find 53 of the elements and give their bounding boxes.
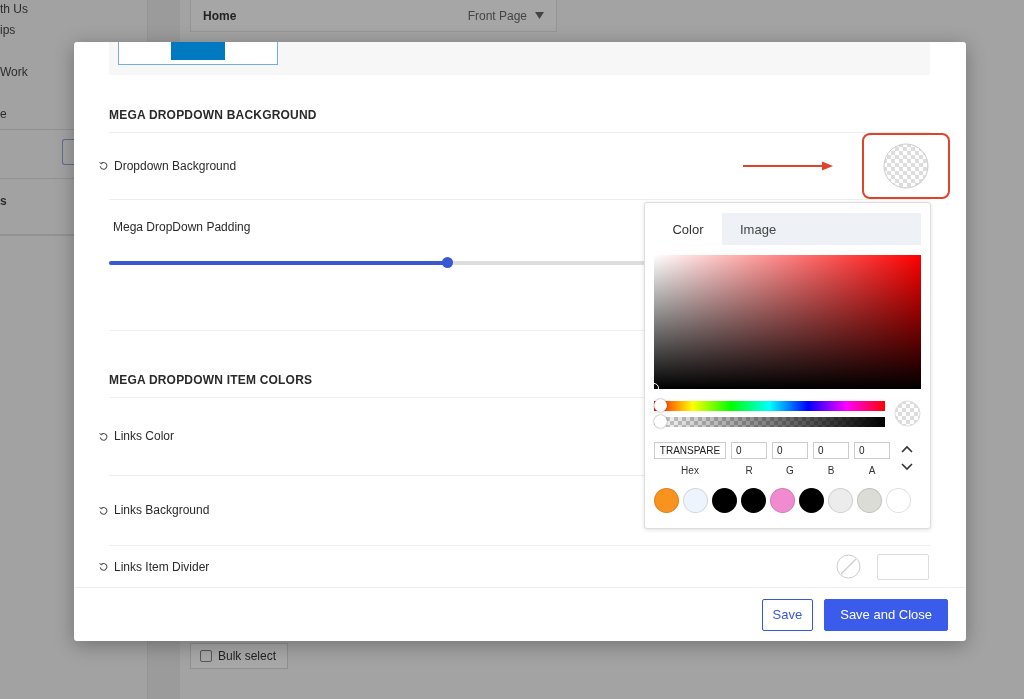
input-field[interactable]: TRANSPARE bbox=[654, 442, 726, 459]
transparent-preview-swatch bbox=[894, 400, 921, 427]
transparent-swatch[interactable] bbox=[883, 142, 929, 189]
color-swatch[interactable] bbox=[741, 488, 766, 513]
dropdown-caret-icon[interactable] bbox=[535, 12, 544, 19]
input-field[interactable]: 0 bbox=[731, 442, 767, 459]
color-swatch[interactable] bbox=[654, 488, 679, 513]
color-swatch[interactable] bbox=[828, 488, 853, 513]
color-swatch[interactable] bbox=[770, 488, 795, 513]
reset-icon[interactable] bbox=[99, 431, 108, 441]
color-swatch[interactable] bbox=[857, 488, 882, 513]
color-swatch[interactable] bbox=[799, 488, 824, 513]
field-label: B bbox=[827, 465, 835, 476]
field-label: Hex bbox=[681, 465, 699, 476]
menu-item-title: Home bbox=[203, 8, 238, 23]
reset-icon[interactable] bbox=[99, 562, 108, 572]
picker-tab[interactable]: Image bbox=[722, 213, 921, 245]
color-gradient-area[interactable] bbox=[654, 255, 921, 389]
sidebar-item[interactable]: s bbox=[0, 190, 7, 211]
input-field[interactable] bbox=[877, 553, 929, 580]
alpha-slider[interactable] bbox=[654, 415, 885, 428]
sidebar-item[interactable]: ips bbox=[0, 19, 16, 40]
setting-label: Links Background bbox=[114, 503, 210, 518]
color-swatch[interactable] bbox=[683, 488, 708, 513]
sidebar-item[interactable]: Work bbox=[0, 61, 28, 82]
setting-label: Dropdown Background bbox=[114, 158, 237, 173]
input-field[interactable]: 0 bbox=[772, 442, 808, 459]
field-label: G bbox=[786, 465, 794, 476]
menu-item-type: Front Page bbox=[467, 8, 527, 23]
sidebar-item[interactable]: th Us bbox=[0, 0, 28, 19]
color-swatch[interactable] bbox=[886, 488, 911, 513]
setting-label: Mega DropDown Padding bbox=[113, 219, 251, 234]
color-swatch[interactable] bbox=[712, 488, 737, 513]
input-field[interactable]: 0 bbox=[854, 442, 890, 459]
save-and-close-button[interactable]: Save and Close bbox=[824, 598, 948, 631]
field-label: R bbox=[745, 465, 753, 476]
hue-slider[interactable] bbox=[654, 399, 885, 412]
section-heading: MEGA DROPDOWN BACKGROUND bbox=[109, 75, 930, 133]
field-label: A bbox=[868, 465, 876, 476]
slider-thumb[interactable] bbox=[441, 256, 453, 268]
no-color-icon[interactable] bbox=[836, 554, 861, 580]
reset-icon[interactable] bbox=[99, 161, 108, 171]
sidebar-item[interactable]: e bbox=[0, 103, 7, 124]
slider-handle[interactable] bbox=[654, 415, 667, 428]
slider-handle[interactable] bbox=[654, 399, 667, 412]
bulk-select-button[interactable]: Bulk select bbox=[190, 643, 288, 669]
slider-track[interactable] bbox=[109, 260, 645, 265]
setting-label: Links Color bbox=[114, 429, 175, 444]
up-down-chevron-icon[interactable] bbox=[901, 444, 913, 472]
reset-icon[interactable] bbox=[99, 505, 108, 515]
save-button[interactable]: Save bbox=[761, 598, 814, 631]
setting-label: Links Item Divider bbox=[114, 559, 210, 574]
input-field[interactable]: 0 bbox=[813, 442, 849, 459]
